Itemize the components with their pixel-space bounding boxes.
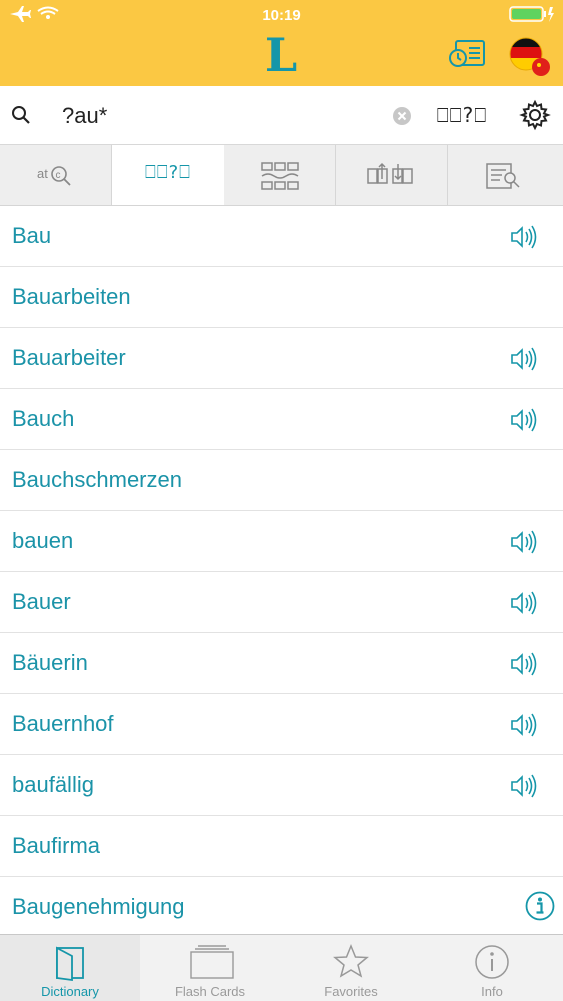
search-type-tabs: at c ⎕⎕?⎕ xyxy=(0,145,563,206)
info-circle-icon[interactable] xyxy=(525,891,555,921)
result-row[interactable]: Bauchschmerzen xyxy=(0,450,563,511)
tab-info[interactable]: Info xyxy=(422,935,563,1001)
search-mode-button[interactable]: ⎕⎕?⎕ xyxy=(432,100,492,130)
tab-flashcards-label: Flash Cards xyxy=(174,984,246,999)
fuzzy-grid-icon xyxy=(261,162,299,190)
flashcards-icon xyxy=(190,945,234,979)
app-header: 10:19 L xyxy=(0,0,563,86)
result-row[interactable]: baufällig xyxy=(0,755,563,816)
wildcard-icon: ⎕⎕?⎕ xyxy=(145,162,191,183)
status-time: 10:19 xyxy=(262,7,301,24)
speaker-icon[interactable] xyxy=(509,772,537,800)
result-word: baufällig xyxy=(12,772,94,797)
tab-info-label: Info xyxy=(481,984,503,999)
tab-inflection[interactable] xyxy=(336,145,448,205)
info-icon xyxy=(475,945,509,979)
search-bar: ⎕⎕?⎕ xyxy=(0,86,563,145)
book-icon xyxy=(56,946,84,982)
fulltext-search-icon xyxy=(486,163,520,189)
tab-autocomplete[interactable]: at c xyxy=(0,145,112,205)
at-search-icon: at c xyxy=(37,166,71,186)
speaker-icon[interactable] xyxy=(509,589,537,617)
result-row[interactable]: bauen xyxy=(0,511,563,572)
history-button[interactable] xyxy=(447,37,487,73)
result-row[interactable]: Baugenehmigung xyxy=(0,877,563,934)
speaker-icon[interactable] xyxy=(509,528,537,556)
tab-favorites-label: Favorites xyxy=(324,984,378,999)
app-logo: L xyxy=(264,28,298,82)
tab-dictionary[interactable]: Dictionary xyxy=(0,935,140,1001)
clear-search-icon[interactable] xyxy=(392,106,412,126)
result-row[interactable]: Bauch xyxy=(0,389,563,450)
result-word: Bauch xyxy=(12,406,75,431)
result-word: Bäuerin xyxy=(12,650,88,675)
battery-icon xyxy=(509,5,555,28)
result-word: Baufirma xyxy=(12,833,101,858)
german-chinese-flag-icon xyxy=(509,37,550,76)
speaker-icon[interactable] xyxy=(509,406,537,434)
settings-button[interactable] xyxy=(519,99,551,131)
inflection-icon xyxy=(367,162,413,184)
speaker-icon[interactable] xyxy=(509,650,537,678)
result-word: Bauernhof xyxy=(12,711,114,736)
tab-fulltext[interactable] xyxy=(448,145,563,205)
svg-text:c: c xyxy=(56,170,61,181)
result-word: Bauarbeiter xyxy=(12,345,126,370)
speaker-icon[interactable] xyxy=(509,345,537,373)
search-icon xyxy=(12,106,30,124)
result-word: Bauer xyxy=(12,589,71,614)
result-row[interactable]: Bauer xyxy=(0,572,563,633)
speaker-icon[interactable] xyxy=(509,223,537,251)
language-switch-button[interactable] xyxy=(506,34,554,82)
speaker-icon[interactable] xyxy=(509,711,537,739)
result-row[interactable]: Bauarbeiten xyxy=(0,267,563,328)
star-icon xyxy=(333,944,369,978)
result-row[interactable]: Bäuerin xyxy=(0,633,563,694)
svg-text:at: at xyxy=(37,166,48,181)
result-word: Bauarbeiten xyxy=(12,284,131,309)
bottom-tab-bar: Dictionary Flash Cards Favorites Info xyxy=(0,934,563,1001)
result-word: bauen xyxy=(12,528,74,553)
result-word: Baugenehmigung xyxy=(12,894,185,919)
result-word: Bauchschmerzen xyxy=(12,467,182,492)
result-row[interactable]: Bauarbeiter xyxy=(0,328,563,389)
tab-fuzzy[interactable] xyxy=(224,145,336,205)
result-word: Bau xyxy=(12,223,52,248)
tab-dictionary-label: Dictionary xyxy=(41,984,99,999)
gear-icon xyxy=(519,99,551,131)
result-row[interactable]: Bau xyxy=(0,206,563,267)
result-row[interactable]: Bauernhof xyxy=(0,694,563,755)
tab-favorites[interactable]: Favorites xyxy=(281,935,421,1001)
status-bar: 10:19 xyxy=(0,0,563,30)
search-input[interactable] xyxy=(60,96,384,136)
tab-flashcards[interactable]: Flash Cards xyxy=(140,935,280,1001)
result-list: Bau Bauarbeiten Bauarbeiter Bauch Bauchschme… xyxy=(0,206,563,934)
history-icon xyxy=(449,40,485,67)
tab-wildcard[interactable]: ⎕⎕?⎕ xyxy=(112,145,224,205)
result-row[interactable]: Baufirma xyxy=(0,816,563,877)
